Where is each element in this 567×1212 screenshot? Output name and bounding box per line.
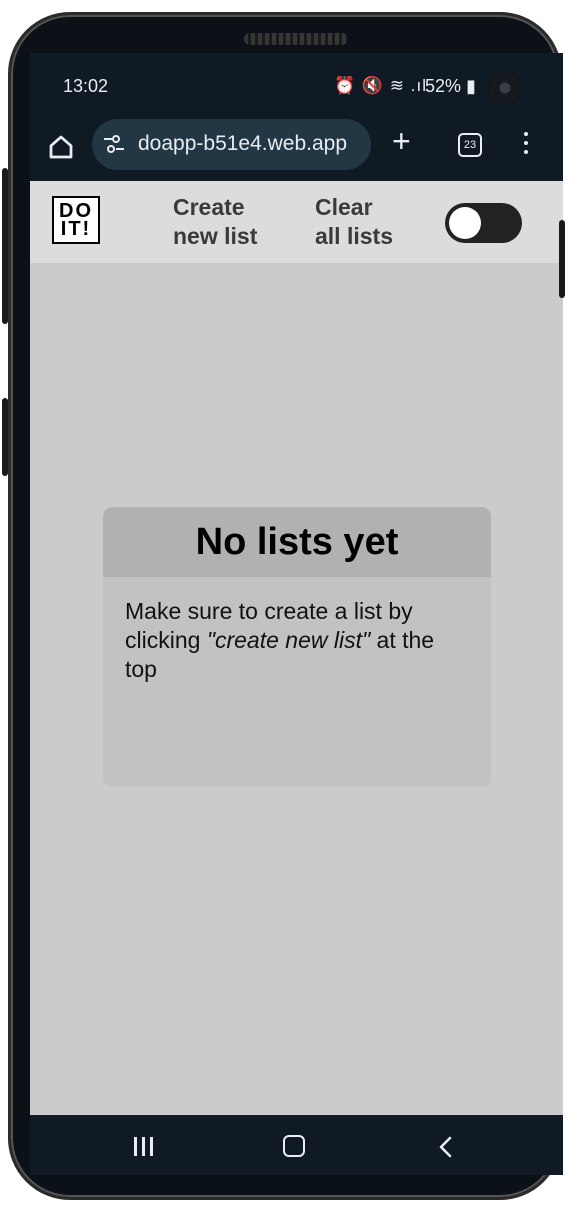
volume-button	[2, 168, 8, 324]
browser-toolbar: doapp-b51e4.web.app + 23	[30, 115, 563, 181]
clear-all-lists-link[interactable]: Clear all lists	[315, 193, 393, 251]
app-header: DO IT! Create new list Clear all lists	[30, 181, 563, 263]
home-icon[interactable]	[46, 132, 76, 162]
battery-level: 52% ▮	[425, 76, 476, 96]
status-time: 13:02	[63, 76, 109, 96]
create-new-list-link[interactable]: Create new list	[173, 193, 257, 251]
bixby-button	[2, 398, 8, 476]
empty-state-emphasis: "create new list"	[206, 627, 371, 653]
site-settings-icon[interactable]	[102, 133, 126, 155]
power-button	[559, 220, 565, 298]
front-camera	[488, 71, 522, 105]
empty-state-card: No lists yet Make sure to create a list …	[103, 507, 491, 787]
theme-toggle[interactable]	[445, 203, 522, 243]
tab-switcher-button[interactable]: 23	[458, 133, 482, 157]
battery-icon: ▮	[461, 76, 476, 96]
system-nav-bar	[30, 1115, 563, 1175]
screen: 13:02 ⏰ 🔇 ≋ .ıl 52% ▮ doapp-b51e4.web.ap…	[30, 53, 563, 1175]
main-content: No lists yet Make sure to create a list …	[30, 263, 563, 1115]
address-bar[interactable]: doapp-b51e4.web.app	[92, 119, 371, 170]
status-bar: 13:02 ⏰ 🔇 ≋ .ıl 52% ▮	[30, 53, 563, 115]
empty-state-message: Make sure to create a list by clicking "…	[125, 598, 435, 682]
url-text[interactable]: doapp-b51e4.web.app	[138, 132, 347, 156]
overflow-menu-icon[interactable]	[522, 129, 530, 159]
empty-state-title: No lists yet	[103, 507, 491, 577]
back-icon[interactable]	[435, 1135, 457, 1159]
home-nav-icon[interactable]	[283, 1135, 305, 1157]
status-icons: ⏰ 🔇 ≋ .ıl	[334, 76, 427, 95]
new-tab-button[interactable]: +	[392, 125, 411, 157]
phone-frame: 13:02 ⏰ 🔇 ≋ .ıl 52% ▮ doapp-b51e4.web.ap…	[8, 12, 563, 1200]
toggle-knob	[449, 207, 481, 239]
app-logo[interactable]: DO IT!	[52, 196, 100, 244]
recents-icon[interactable]	[134, 1137, 158, 1161]
earpiece-speaker	[244, 33, 348, 45]
